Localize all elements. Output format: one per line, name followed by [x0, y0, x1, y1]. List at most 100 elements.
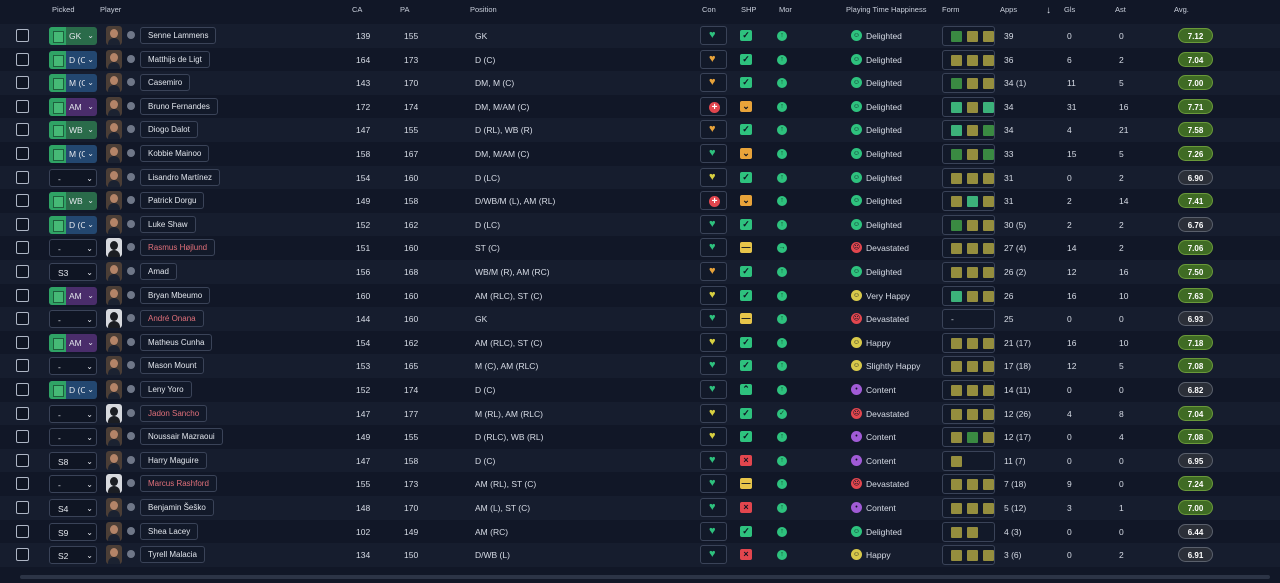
row-checkbox[interactable] [16, 335, 29, 349]
row-checkbox[interactable] [16, 359, 29, 373]
table-row[interactable]: M (C ⌄ Casemiro 143 170 DM, M (C) ♥ ✓ ↑ ☺ Delighte… [0, 71, 1280, 95]
row-checkbox[interactable] [16, 29, 29, 42]
player-avatar[interactable] [106, 474, 122, 494]
col-avg-header[interactable]: Avg. [1174, 5, 1189, 14]
picked-position-select[interactable]: AM ⌄ [49, 286, 97, 305]
scrollbar-track[interactable] [20, 575, 1270, 579]
row-checkbox[interactable] [16, 477, 29, 491]
table-row[interactable]: WB ⌄ Diogo Dalot 147 155 D (RL), WB (R) ♥ ✓ ↑ ☺ De… [0, 118, 1280, 142]
player-info-icon[interactable] [127, 219, 135, 228]
table-row[interactable]: D (C ⌄ Luke Shaw 152 162 D (LC) ♥ ✓ ↑ ☺ Delighted 3… [0, 212, 1280, 237]
player-avatar[interactable] [106, 403, 122, 423]
picked-position-select[interactable]: - ⌄ [49, 310, 97, 329]
player-info-icon[interactable] [127, 290, 135, 299]
row-checkbox[interactable] [16, 430, 29, 444]
sort-descending-icon[interactable]: ↓ [1046, 5, 1051, 16]
picked-position-select[interactable]: - ⌄ [49, 239, 97, 258]
player-avatar[interactable] [106, 521, 122, 541]
picked-position-select[interactable]: WB ⌄ [49, 192, 97, 211]
picked-position-select[interactable]: M (C ⌄ [49, 74, 97, 93]
player-avatar[interactable] [106, 309, 122, 329]
player-info-icon[interactable] [127, 78, 135, 87]
table-row[interactable]: D (C ⌄ Matthijs de Ligt 164 173 D (C) ♥ ✓ ↑ ☺ Deli… [0, 47, 1280, 72]
picked-position-select[interactable]: S9 ⌄ [49, 522, 97, 541]
player-name[interactable]: Matheus Cunha [140, 333, 213, 351]
table-row[interactable]: S2 ⌄ Tyrell Malacia 134 150 D/WB (L) ♥ × ↑ ☺ Happy… [0, 543, 1280, 567]
player-avatar[interactable] [106, 450, 122, 470]
row-checkbox[interactable] [16, 76, 29, 90]
player-name[interactable]: Lisandro Martínez [140, 168, 221, 186]
player-info-icon[interactable] [127, 196, 135, 205]
row-checkbox[interactable] [16, 501, 29, 514]
player-info-icon[interactable] [127, 267, 135, 275]
picked-position-select[interactable]: S2 ⌄ [49, 546, 97, 565]
picked-position-select[interactable]: S3 ⌄ [49, 263, 97, 281]
player-name[interactable]: Noussair Mazraoui [140, 428, 223, 446]
picked-position-select[interactable]: AM ⌄ [49, 97, 97, 116]
row-checkbox[interactable] [16, 312, 29, 326]
player-avatar[interactable] [106, 498, 122, 517]
col-gls-header[interactable]: Gls [1064, 5, 1075, 14]
player-name[interactable]: Harry Maguire [140, 451, 207, 469]
player-avatar[interactable] [106, 144, 122, 163]
player-info-icon[interactable] [127, 125, 135, 134]
player-avatar[interactable] [106, 262, 122, 281]
row-checkbox[interactable] [16, 217, 29, 231]
player-avatar[interactable] [106, 73, 122, 93]
player-name[interactable]: Amad [140, 263, 177, 280]
picked-position-select[interactable]: D (C ⌄ [49, 381, 97, 399]
picked-position-select[interactable]: - ⌄ [49, 404, 97, 423]
player-name[interactable]: Leny Yoro [140, 381, 192, 398]
table-row[interactable]: WB ⌄ Patrick Dorgu 149 158 D/WB/M (L), AM (RL… [0, 189, 1280, 213]
player-avatar[interactable] [106, 214, 122, 234]
player-avatar[interactable] [106, 356, 122, 376]
row-checkbox[interactable] [16, 265, 29, 278]
picked-position-select[interactable]: GK ⌄ [49, 27, 97, 45]
col-con-header[interactable]: Con [702, 5, 716, 14]
table-row[interactable]: S8 ⌄ Harry Maguire 147 158 D (C) ♥ × ↑ • Content 11… [0, 448, 1280, 473]
player-info-icon[interactable] [127, 101, 135, 110]
col-apps-header[interactable]: Apps [1000, 5, 1017, 14]
player-avatar[interactable] [106, 332, 122, 352]
player-info-icon[interactable] [127, 550, 135, 559]
player-info-icon[interactable] [127, 432, 135, 441]
table-row[interactable]: AM ⌄ Matheus Cunha 154 162 AM (RLC), ST (C) ♥ ✓… [0, 330, 1280, 355]
player-info-icon[interactable] [127, 54, 135, 63]
col-pa-header[interactable]: PA [400, 5, 409, 14]
player-avatar[interactable] [106, 380, 122, 399]
row-checkbox[interactable] [16, 147, 29, 160]
player-avatar[interactable] [106, 238, 122, 258]
player-avatar[interactable] [106, 49, 122, 69]
picked-position-select[interactable]: WB ⌄ [49, 121, 97, 140]
picked-position-select[interactable]: S8 ⌄ [49, 451, 97, 470]
table-row[interactable]: D (C ⌄ Leny Yoro 152 174 D (C) ♥ ⌃ ↑ • Content 14 (… [0, 378, 1280, 402]
col-picked-header[interactable]: Picked [52, 5, 75, 14]
row-checkbox[interactable] [16, 288, 29, 302]
row-checkbox[interactable] [16, 123, 29, 137]
player-info-icon[interactable] [127, 337, 135, 346]
picked-position-select[interactable]: AM ⌄ [49, 333, 97, 352]
col-form-header[interactable]: Form [942, 5, 960, 14]
col-ca-header[interactable]: CA [352, 5, 362, 14]
row-checkbox[interactable] [16, 524, 29, 538]
picked-position-select[interactable]: - ⌄ [49, 428, 97, 447]
col-shp-header[interactable]: SHP [741, 5, 756, 14]
player-avatar[interactable] [106, 191, 122, 211]
player-avatar[interactable] [106, 285, 122, 305]
player-name[interactable]: Jadon Sancho [140, 404, 208, 422]
table-row[interactable]: - ⌄ André Onana 144 160 GK ♥ — ↑ ☹ Devastated -25 0 0… [0, 307, 1280, 331]
player-name[interactable]: Marcus Rashford [140, 475, 217, 493]
table-row[interactable]: - ⌄ Jadon Sancho 147 177 M (RL), AM (RLC) ♥ ✓ ✓ ☹… [0, 401, 1280, 426]
picked-position-select[interactable]: - ⌄ [49, 168, 97, 187]
player-name[interactable]: Diogo Dalot [140, 121, 198, 139]
table-row[interactable]: S9 ⌄ Shea Lacey 102 149 AM (RC) ♥ ✓ ↑ ☺ Delighted 4… [0, 519, 1280, 544]
player-name[interactable]: Tyrell Malacia [140, 546, 205, 564]
picked-position-select[interactable]: S4 ⌄ [49, 499, 97, 517]
player-name[interactable]: Kobbie Mainoo [140, 145, 210, 162]
row-checkbox[interactable] [16, 383, 29, 396]
player-info-icon[interactable] [127, 479, 135, 488]
table-row[interactable]: - ⌄ Rasmus Højlund 151 160 ST (C) ♥ — → ☹ Devastat… [0, 236, 1280, 260]
picked-position-select[interactable]: D (C ⌄ [49, 50, 97, 69]
col-mor-header[interactable]: Mor [779, 5, 792, 14]
row-checkbox[interactable] [16, 241, 29, 255]
